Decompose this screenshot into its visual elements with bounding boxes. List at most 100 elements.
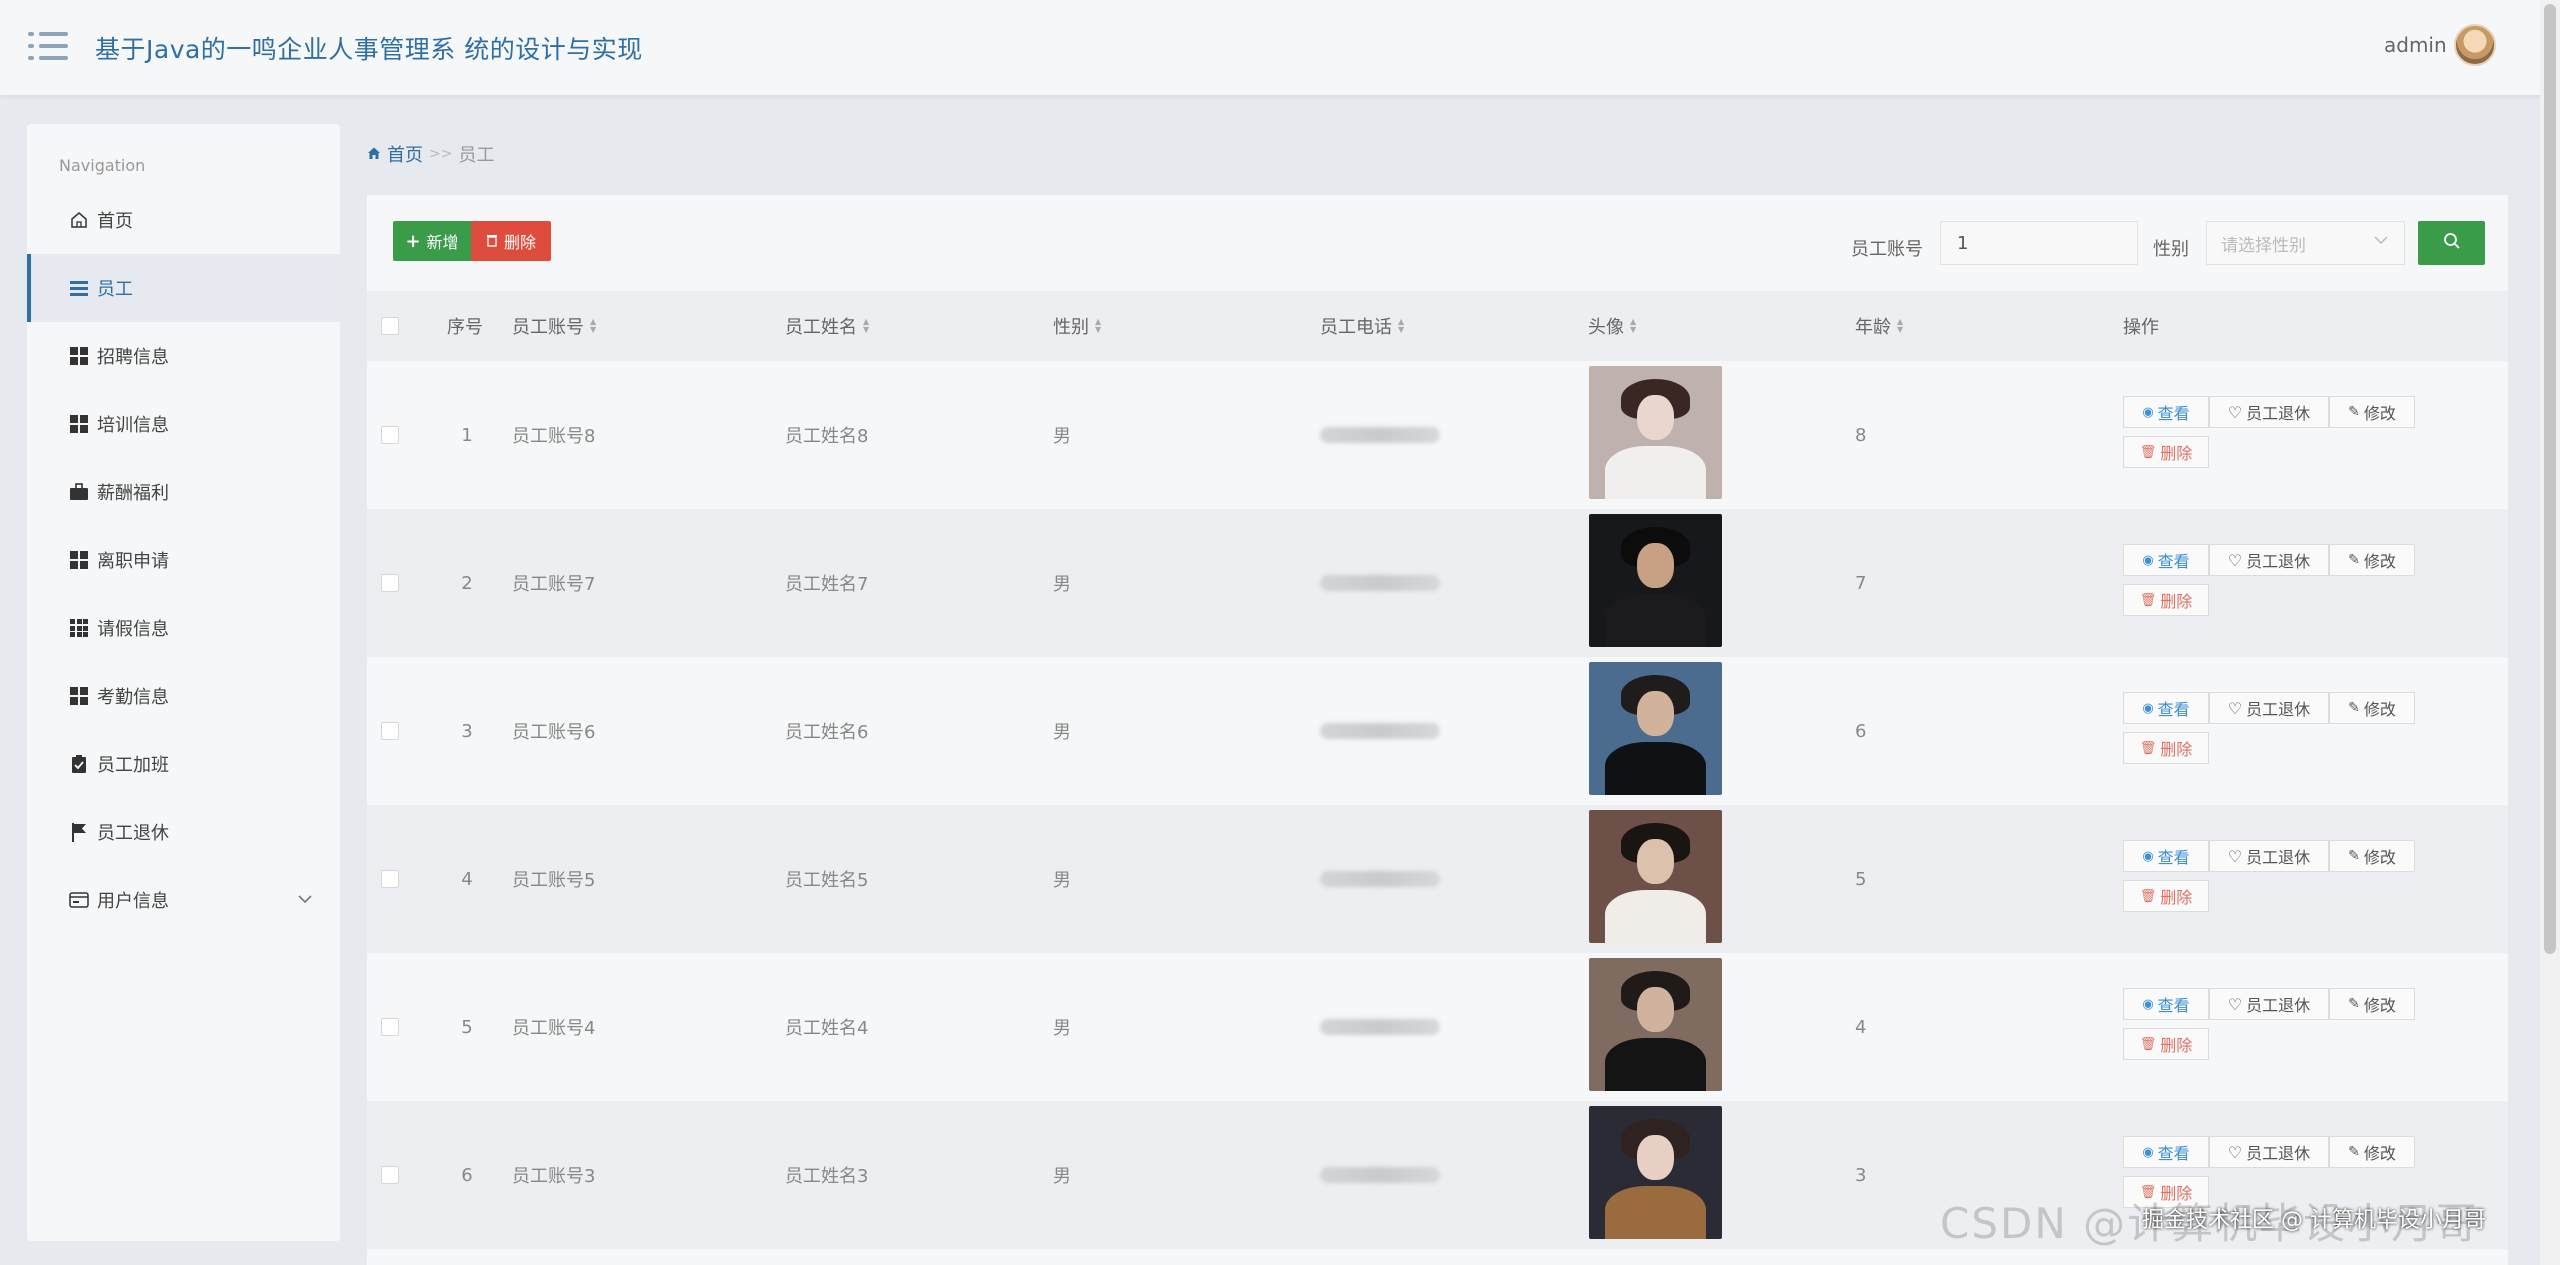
flag-icon <box>69 822 89 842</box>
sidebar-item-label: 用户信息 <box>97 891 169 912</box>
sidebar-item-retirement[interactable]: 员工退休 <box>27 798 340 866</box>
eye-icon: ◉ <box>2142 552 2154 568</box>
col-age-label: 年龄 <box>1855 317 1891 338</box>
retire-button[interactable]: ♡ 员工退休 <box>2209 1136 2329 1168</box>
row-no: 2 <box>461 572 473 594</box>
row-checkbox[interactable] <box>381 722 399 740</box>
sidebar-item-overtime[interactable]: 员工加班 <box>27 730 340 798</box>
col-photo[interactable]: 头像 ▲ ▼ <box>1588 291 1636 361</box>
eye-icon: ◉ <box>2142 1144 2154 1160</box>
view-button[interactable]: ◉ 查看 <box>2123 988 2209 1020</box>
row-photo[interactable] <box>1589 662 1722 795</box>
sidebar-item-label: 招聘信息 <box>97 347 169 368</box>
delete-button[interactable]: 🗑 删除 <box>2123 436 2209 468</box>
gender-select[interactable]: 请选择性别 <box>2206 221 2405 265</box>
app-title: 基于Java的一鸣企业人事管理系 统的设计与实现 <box>95 35 643 64</box>
retire-button[interactable]: ♡ 员工退休 <box>2209 396 2329 428</box>
row-checkbox[interactable] <box>381 870 399 888</box>
delete-button[interactable]: 🗑 删除 <box>2123 584 2209 616</box>
retire-button[interactable]: ♡ 员工退休 <box>2209 988 2329 1020</box>
row-gender: 男 <box>1053 722 1071 743</box>
edit-button[interactable]: ✎ 修改 <box>2329 396 2415 428</box>
col-account[interactable]: 员工账号 ▲ ▼ <box>512 291 596 361</box>
edit-button-label: 修改 <box>2363 848 2396 867</box>
breadcrumb-home-link[interactable]: 首页 <box>387 141 423 167</box>
wallet-icon <box>69 890 89 910</box>
batch-delete-button[interactable]: 删除 <box>471 221 551 261</box>
delete-button[interactable]: 🗑 删除 <box>2123 1028 2209 1060</box>
sidebar-item-label: 离职申请 <box>97 551 169 572</box>
edit-button[interactable]: ✎ 修改 <box>2329 988 2415 1020</box>
trash-icon: 🗑 <box>2139 740 2157 756</box>
delete-button[interactable]: 🗑 删除 <box>2123 880 2209 912</box>
row-photo[interactable] <box>1589 366 1722 499</box>
sidebar-item-label: 员工 <box>97 279 133 300</box>
sidebar-item-resignation[interactable]: 离职申请 <box>27 526 340 594</box>
col-photo-label: 头像 <box>1588 317 1624 338</box>
row-age: 6 <box>1855 720 1867 742</box>
select-all-checkbox[interactable] <box>381 317 399 335</box>
row-gender: 男 <box>1053 574 1071 595</box>
row-name: 员工姓名4 <box>785 1018 869 1039</box>
scrollbar-thumb[interactable] <box>2544 4 2556 954</box>
delete-button[interactable]: 🗑 删除 <box>2123 732 2209 764</box>
col-phone-label: 员工电话 <box>1320 317 1392 338</box>
row-no: 4 <box>461 868 473 890</box>
heart-icon: ♡ <box>2227 994 2243 1014</box>
sidebar-item-training[interactable]: 培训信息 <box>27 390 340 458</box>
add-button[interactable]: + 新增 <box>393 221 471 261</box>
sidebar-item-label: 员工加班 <box>97 755 169 776</box>
col-phone[interactable]: 员工电话 ▲ ▼ <box>1320 291 1404 361</box>
col-age[interactable]: 年龄 ▲ ▼ <box>1855 291 1903 361</box>
edit-button-label: 修改 <box>2363 1144 2396 1163</box>
row-checkbox[interactable] <box>381 574 399 592</box>
row-photo[interactable] <box>1589 958 1722 1091</box>
menu-toggle-icon[interactable] <box>28 30 68 62</box>
edit-icon: ✎ <box>2348 700 2360 716</box>
view-button[interactable]: ◉ 查看 <box>2123 840 2209 872</box>
sidebar-item-user-info[interactable]: 用户信息 <box>27 866 340 934</box>
sidebar-item-salary[interactable]: 薪酬福利 <box>27 458 340 526</box>
row-checkbox[interactable] <box>381 1166 399 1184</box>
view-button[interactable]: ◉ 查看 <box>2123 1136 2209 1168</box>
row-checkbox[interactable] <box>381 1018 399 1036</box>
sidebar-item-employee[interactable]: 员工 <box>27 254 340 322</box>
retire-button[interactable]: ♡ 员工退休 <box>2209 544 2329 576</box>
account-search-input[interactable]: 1 <box>1940 221 2138 265</box>
grid-icon <box>69 686 89 706</box>
row-photo[interactable] <box>1589 514 1722 647</box>
username[interactable]: admin <box>2384 33 2447 57</box>
col-gender[interactable]: 性别 ▲ ▼ <box>1053 291 1101 361</box>
sidebar-item-recruitment[interactable]: 招聘信息 <box>27 322 340 390</box>
sidebar-item-label: 薪酬福利 <box>97 483 169 504</box>
edit-button[interactable]: ✎ 修改 <box>2329 840 2415 872</box>
retire-button-label: 员工退休 <box>2246 996 2311 1015</box>
view-button[interactable]: ◉ 查看 <box>2123 544 2209 576</box>
top-header: 基于Java的一鸣企业人事管理系 统的设计与实现 admin <box>0 0 2560 95</box>
page-scrollbar[interactable] <box>2540 0 2560 1265</box>
edit-icon: ✎ <box>2348 996 2360 1012</box>
sidebar-item-home[interactable]: 首页 <box>27 186 340 254</box>
search-button[interactable] <box>2418 221 2485 265</box>
delete-button-label: 删除 <box>2160 1036 2193 1055</box>
retire-button[interactable]: ♡ 员工退休 <box>2209 840 2329 872</box>
search-icon <box>2443 232 2461 254</box>
delete-button-label: 删除 <box>2160 444 2193 463</box>
retire-button[interactable]: ♡ 员工退休 <box>2209 692 2329 724</box>
avatar[interactable] <box>2454 24 2496 66</box>
sidebar-item-leave[interactable]: 请假信息 <box>27 594 340 662</box>
row-checkbox[interactable] <box>381 426 399 444</box>
edit-button[interactable]: ✎ 修改 <box>2329 1136 2415 1168</box>
row-age: 3 <box>1855 1164 1867 1186</box>
col-name[interactable]: 员工姓名 ▲ ▼ <box>785 291 869 361</box>
row-name: 员工姓名8 <box>785 426 869 447</box>
sidebar-item-attendance[interactable]: 考勤信息 <box>27 662 340 730</box>
edit-button[interactable]: ✎ 修改 <box>2329 544 2415 576</box>
row-photo[interactable] <box>1589 1106 1722 1239</box>
row-name: 员工姓名5 <box>785 870 869 891</box>
edit-button[interactable]: ✎ 修改 <box>2329 692 2415 724</box>
row-photo[interactable] <box>1589 810 1722 943</box>
trash-icon: 🗑 <box>2139 444 2157 460</box>
view-button[interactable]: ◉ 查看 <box>2123 396 2209 428</box>
view-button[interactable]: ◉ 查看 <box>2123 692 2209 724</box>
